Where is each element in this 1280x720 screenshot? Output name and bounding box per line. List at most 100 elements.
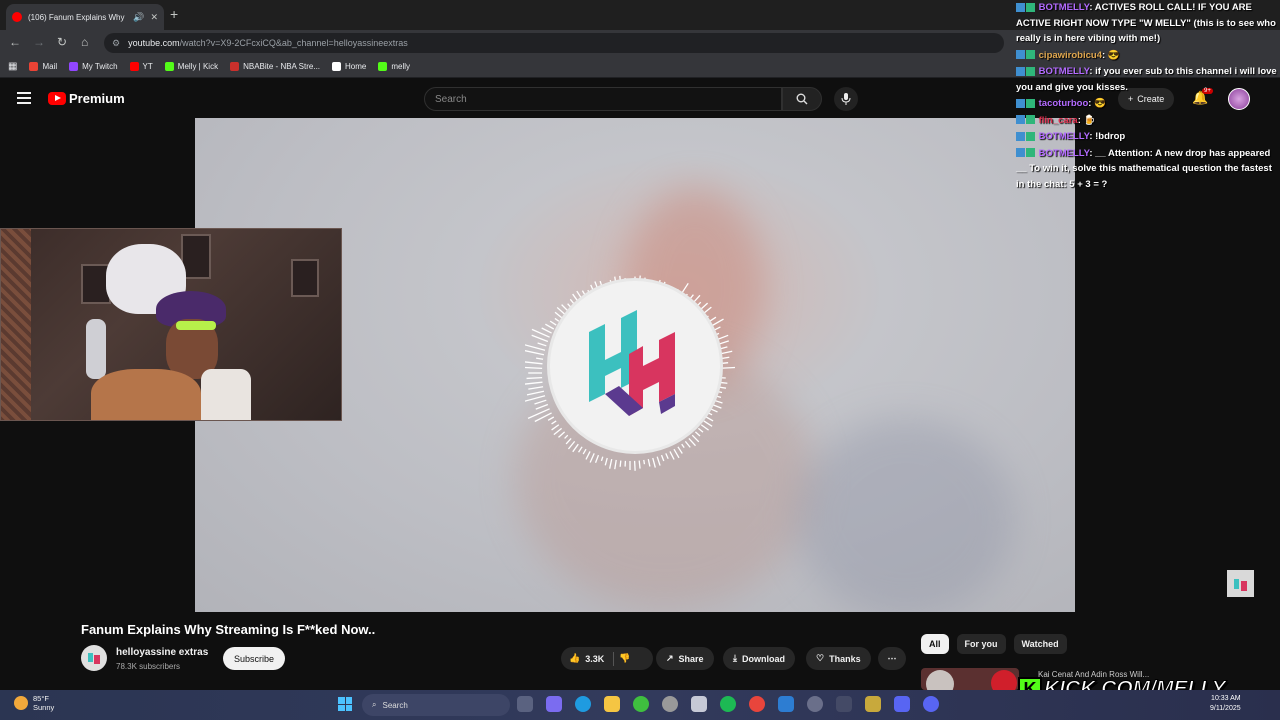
chat-username[interactable]: BOTMELLY <box>1039 148 1090 159</box>
download-button[interactable]: ⤓ Download <box>723 647 795 670</box>
chat-message: BOTMELLY: __ Attention: A new drop has a… <box>1016 146 1280 193</box>
channel-name[interactable]: helloyassine extras <box>116 647 208 658</box>
filter-chip[interactable]: Watched <box>1013 634 1067 654</box>
task-view-icon[interactable] <box>517 696 533 712</box>
divider <box>613 651 615 666</box>
copilot-icon[interactable] <box>546 696 562 712</box>
chat-text: : !bdrop <box>1089 131 1126 142</box>
more-actions-button[interactable]: ⋯ <box>878 647 906 670</box>
menu-icon[interactable] <box>17 92 31 104</box>
youtube-premium-logo[interactable]: Premium <box>48 91 125 106</box>
chat-username[interactable]: cipawirobicu4 <box>1039 50 1102 61</box>
chat-badge-icon <box>1016 66 1025 76</box>
back-icon[interactable]: ← <box>9 35 21 49</box>
spectrum-bar <box>525 361 543 365</box>
spectrum-bar <box>713 399 723 404</box>
video-title: Fanum Explains Why Streaming Is F**ked N… <box>81 622 376 637</box>
chat-username[interactable]: tacoturboo <box>1039 98 1089 109</box>
spectrum-bar <box>647 458 651 467</box>
address-bar[interactable]: ⚙ youtube.com/watch?v=X9-2CFcxiCQ&ab_cha… <box>104 33 1004 53</box>
more-icon: ⋯ <box>887 653 897 663</box>
youtube-favicon-icon <box>12 12 22 22</box>
spectrum-bar <box>565 437 572 445</box>
bookmark-label: Melly | Kick <box>177 62 219 71</box>
bookmark-favicon-icon <box>129 62 139 71</box>
microphone-icon <box>841 93 851 105</box>
store-icon[interactable] <box>691 696 707 712</box>
search-input[interactable]: Search <box>424 87 782 111</box>
spectrum-bar <box>594 454 600 464</box>
speaker-icon[interactable]: 🔊 <box>133 12 144 23</box>
bookmark-item[interactable]: My Twitch <box>69 62 118 71</box>
spectrum-bar <box>697 427 704 433</box>
temperature: 85°F <box>33 694 49 703</box>
subscribe-button[interactable]: Subscribe <box>223 647 286 670</box>
bookmark-item[interactable]: Melly | Kick <box>164 62 219 71</box>
bookmark-item[interactable]: melly <box>378 62 410 71</box>
spectrum-bar <box>564 434 569 439</box>
bookmark-label: NBABite - NBA Stre... <box>243 62 321 71</box>
media-player-icon[interactable] <box>807 696 823 712</box>
chat-message: cipawirobicu4: 😎 <box>1016 48 1280 64</box>
bookmark-item[interactable]: NBABite - NBA Stre... <box>230 62 320 71</box>
reload-icon[interactable]: ↻ <box>57 35 67 49</box>
app-icon[interactable] <box>865 696 881 712</box>
channel-avatar[interactable] <box>81 645 107 671</box>
like-count[interactable]: 3.3K <box>585 654 604 664</box>
spectrum-bar <box>619 460 622 467</box>
taskbar-search[interactable]: ⌕ Search <box>362 694 510 716</box>
chat-username[interactable]: flin_cara <box>1039 115 1078 126</box>
next-video-thumbnail[interactable] <box>921 668 1019 690</box>
watermark-logo-icon[interactable] <box>1227 570 1254 597</box>
chat-badge-icon <box>1026 98 1035 108</box>
weather-widget[interactable]: 85°F Sunny <box>14 694 54 712</box>
windows-start-icon[interactable] <box>338 697 352 711</box>
bookmark-item[interactable]: Mail <box>29 62 57 71</box>
site-info-icon[interactable]: ⚙ <box>112 38 120 49</box>
chat-badge-icon <box>1026 148 1035 158</box>
spectrum-bar <box>614 459 617 470</box>
bookmark-item[interactable]: YT <box>129 62 153 71</box>
search-button[interactable] <box>782 87 822 111</box>
edge-icon[interactable] <box>575 696 591 712</box>
file-explorer-icon[interactable] <box>604 696 620 712</box>
spectrum-bar <box>694 431 701 437</box>
browser-tab[interactable]: (106) Fanum Explains Why 🔊 ✕ <box>6 4 164 30</box>
chat-badge-icon <box>1016 2 1025 12</box>
spectrum-bar <box>703 420 713 427</box>
close-tab-icon[interactable]: ✕ <box>150 12 158 23</box>
spectrum-bar <box>534 399 547 405</box>
chat-username[interactable]: BOTMELLY <box>1039 2 1090 13</box>
spotify-icon[interactable] <box>720 696 736 712</box>
bookmark-label: Home <box>345 62 367 71</box>
system-clock[interactable]: 10:33 AM 9/11/2025 <box>1210 694 1241 714</box>
home-icon[interactable]: ⌂ <box>81 35 88 49</box>
bookmark-item[interactable]: Home <box>332 62 366 71</box>
chat-username[interactable]: BOTMELLY <box>1039 66 1090 77</box>
chat-username[interactable]: BOTMELLY <box>1039 131 1090 142</box>
new-tab-button[interactable]: + <box>170 6 178 22</box>
app-icon[interactable] <box>836 696 852 712</box>
obs-icon[interactable] <box>662 696 678 712</box>
spectrum-bar <box>688 437 696 447</box>
thanks-button[interactable]: ♡ Thanks <box>806 647 871 670</box>
photos-icon[interactable] <box>778 696 794 712</box>
spectrum-bar <box>541 327 552 334</box>
spectrum-bar <box>585 451 591 460</box>
like-icon[interactable]: 👍 <box>569 653 580 664</box>
xbox-icon[interactable] <box>633 696 649 712</box>
filter-chip[interactable]: For you <box>956 634 1006 654</box>
spectrum-bar <box>556 306 566 315</box>
discord-icon[interactable] <box>923 696 939 712</box>
dislike-icon[interactable]: 👎 <box>619 653 630 664</box>
voice-search-button[interactable] <box>834 87 858 111</box>
apps-grid-icon[interactable]: ▦ <box>8 61 17 72</box>
forward-icon[interactable]: → <box>33 35 45 49</box>
app-icon[interactable] <box>894 696 910 712</box>
share-button[interactable]: ↗ Share <box>656 647 714 670</box>
chrome-icon[interactable] <box>749 696 765 712</box>
filter-chip[interactable]: All <box>921 634 949 654</box>
bookmark-favicon-icon <box>332 62 342 71</box>
spectrum-bar <box>561 304 569 312</box>
chat-badge-icon <box>1026 2 1035 12</box>
